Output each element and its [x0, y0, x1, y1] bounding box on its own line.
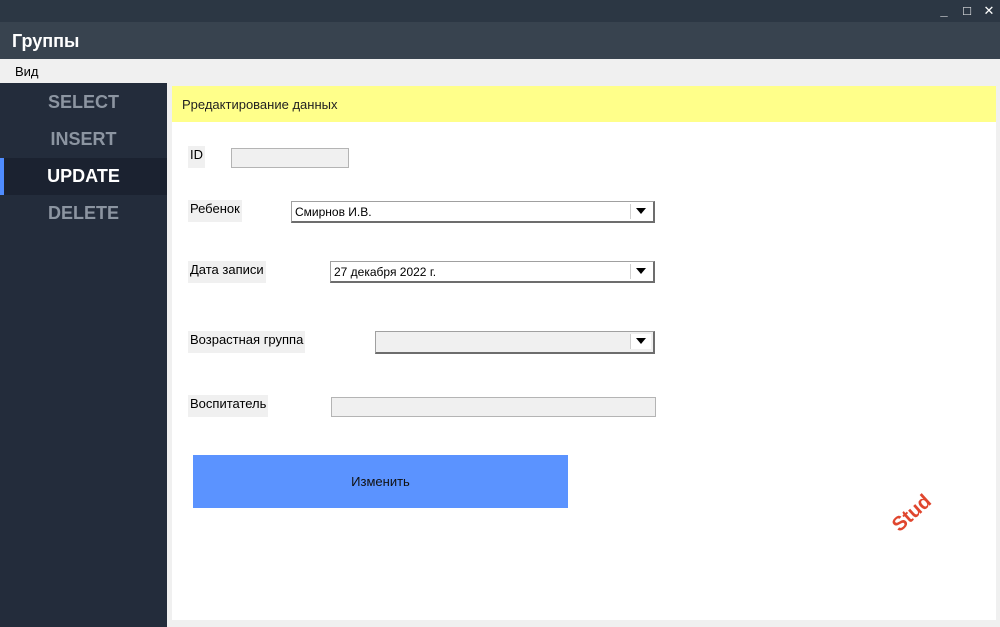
child-label: Ребенок: [188, 200, 242, 222]
window-titlebar: _ □ ✕: [0, 0, 1000, 22]
id-label: ID: [188, 146, 205, 168]
chevron-down-icon[interactable]: [630, 334, 651, 349]
maximize-button[interactable]: □: [958, 2, 976, 20]
teacher-label: Воспитатель: [188, 395, 269, 417]
teacher-field[interactable]: [331, 397, 656, 417]
chevron-down-icon[interactable]: [630, 264, 651, 279]
sidebar-item-delete[interactable]: DELETE: [0, 195, 167, 232]
sidebar-item-select[interactable]: SELECT: [0, 84, 167, 121]
menu-bar: Вид: [0, 59, 1000, 83]
panel-title: Рредактирование данных: [182, 97, 338, 112]
sidebar-item-label: UPDATE: [47, 166, 120, 186]
date-picker-value: 27 декабря 2022 г.: [334, 265, 437, 279]
child-select[interactable]: Смирнов И.В.: [291, 201, 655, 223]
sidebar-item-update[interactable]: UPDATE: [0, 158, 167, 195]
panel-banner: Рредактирование данных: [172, 86, 996, 122]
close-button[interactable]: ✕: [980, 2, 998, 20]
sidebar: SELECT INSERT UPDATE DELETE: [0, 83, 167, 627]
age-group-select[interactable]: [375, 331, 655, 354]
date-picker[interactable]: 27 декабря 2022 г.: [330, 261, 655, 283]
chevron-down-icon[interactable]: [630, 204, 651, 219]
sidebar-item-insert[interactable]: INSERT: [0, 121, 167, 158]
active-indicator: [0, 158, 4, 195]
app-header: Группы: [0, 22, 1000, 59]
menu-view[interactable]: Вид: [15, 64, 39, 79]
app-title: Группы: [12, 31, 80, 51]
date-label: Дата записи: [188, 261, 266, 283]
id-field[interactable]: [231, 148, 349, 168]
age-group-label: Возрастная группа: [188, 331, 306, 353]
child-select-value: Смирнов И.В.: [295, 205, 372, 219]
minimize-button[interactable]: _: [935, 2, 953, 20]
edit-panel: Рредактирование данных ID Ребенок Смирно…: [172, 86, 996, 620]
update-button[interactable]: Изменить: [193, 455, 568, 508]
